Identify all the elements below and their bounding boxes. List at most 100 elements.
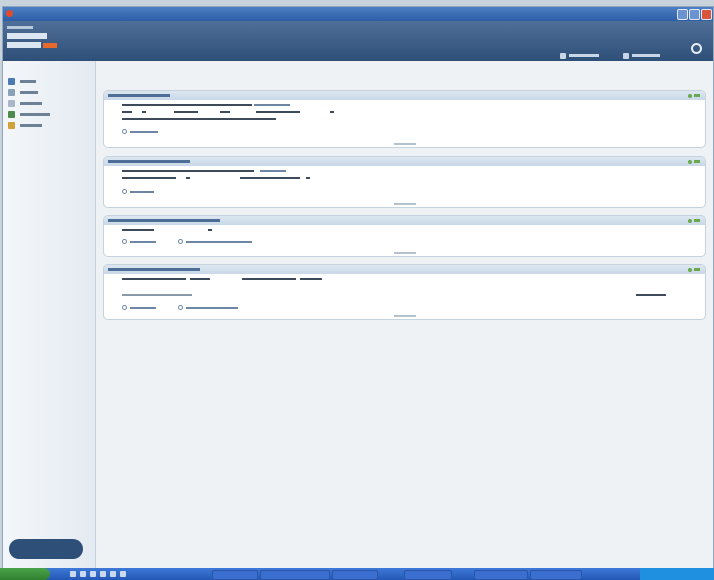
section-value — [186, 177, 190, 179]
taskbar-window-button[interactable] — [530, 570, 582, 580]
section-title — [108, 94, 170, 97]
sidebar-item-label — [20, 79, 36, 83]
settings-link[interactable] — [122, 129, 158, 134]
section-link[interactable] — [254, 104, 290, 106]
updates-subscription-section — [103, 264, 706, 320]
close-button[interactable] — [701, 9, 712, 20]
sidebar-item-label — [20, 123, 42, 127]
content-filter-section — [103, 156, 706, 208]
link-label — [130, 240, 156, 243]
taskbar-window-button[interactable] — [474, 570, 528, 580]
section-link[interactable] — [260, 170, 286, 172]
section-text-line — [122, 177, 176, 179]
help-icon[interactable] — [691, 43, 702, 54]
section-text-line — [122, 104, 252, 106]
minimize-button[interactable] — [677, 9, 688, 20]
section-value — [306, 177, 310, 179]
header-button-label — [569, 54, 599, 57]
section-value — [142, 111, 146, 113]
app-window — [2, 6, 714, 570]
section-text-line — [122, 229, 154, 231]
product-logo-line — [7, 26, 33, 29]
quick-launch-icon[interactable] — [70, 571, 76, 577]
collapse-handle[interactable] — [394, 315, 416, 317]
section-value — [300, 278, 322, 280]
security-guide-icon — [178, 239, 183, 244]
link-label — [130, 130, 158, 133]
status-label — [694, 160, 700, 163]
section-header — [104, 91, 705, 100]
link-label — [186, 240, 252, 243]
app-header — [3, 21, 713, 61]
quick-launch-icon[interactable] — [100, 571, 106, 577]
taskbar-window-button[interactable] — [332, 570, 378, 580]
status-label — [694, 219, 700, 222]
scan-icon — [8, 88, 15, 96]
status-icon — [8, 77, 15, 85]
settings-link[interactable] — [122, 305, 156, 310]
product-logo-line — [7, 33, 47, 39]
collapse-handle[interactable] — [394, 252, 416, 254]
section-status — [688, 267, 700, 272]
title-bar[interactable] — [3, 7, 713, 21]
security-protection-section — [103, 90, 706, 148]
status-ok-icon — [688, 93, 692, 98]
sidebar-item-reports[interactable] — [8, 99, 42, 107]
taskbar-window-button[interactable] — [260, 570, 330, 580]
sidebar-item-scan[interactable] — [8, 88, 38, 96]
taskbar-window-button[interactable] — [212, 570, 258, 580]
quick-launch-icon[interactable] — [110, 571, 116, 577]
header-preferences-button[interactable] — [560, 52, 599, 59]
quick-launch-icon[interactable] — [80, 571, 86, 577]
section-title — [108, 219, 220, 222]
page-title — [105, 65, 141, 75]
security-guide-link[interactable] — [178, 239, 252, 244]
settings-icon — [122, 305, 127, 310]
collapse-handle[interactable] — [394, 143, 416, 145]
sidebar-item-label — [20, 112, 50, 116]
section-status — [688, 218, 700, 223]
section-header — [104, 216, 705, 225]
maximize-button[interactable] — [689, 9, 700, 20]
update-now-link[interactable] — [178, 305, 238, 310]
settings-icon — [122, 129, 127, 134]
services-icon — [8, 121, 15, 129]
sidebar-item-label — [20, 101, 42, 105]
settings-icon — [122, 189, 127, 194]
status-ok-icon — [688, 159, 692, 164]
update-icon — [623, 52, 629, 59]
product-logo-badge — [43, 43, 57, 48]
section-text-line — [256, 111, 300, 113]
taskbar-window-button[interactable] — [404, 570, 452, 580]
system-tray[interactable] — [640, 568, 714, 580]
update-icon — [178, 305, 183, 310]
header-update-button[interactable] — [623, 52, 660, 59]
section-status — [688, 93, 700, 98]
app-icon — [6, 10, 13, 17]
section-value — [330, 111, 334, 113]
section-value — [220, 111, 230, 113]
reports-icon — [8, 99, 15, 107]
section-text-line — [174, 111, 198, 113]
header-button-label — [632, 54, 660, 57]
start-button[interactable] — [0, 568, 50, 580]
settings-icon — [122, 239, 127, 244]
quick-launch-icon[interactable] — [90, 571, 96, 577]
product-logo-line — [7, 42, 41, 48]
quarantine-icon — [8, 110, 15, 118]
status-label — [694, 94, 700, 97]
settings-link[interactable] — [122, 189, 154, 194]
section-title — [108, 160, 190, 163]
link-label — [186, 306, 238, 309]
sidebar-item-services[interactable] — [8, 121, 42, 129]
settings-link[interactable] — [122, 239, 156, 244]
status-label — [694, 268, 700, 271]
sidebar-item-status[interactable] — [8, 77, 36, 85]
section-text-line — [122, 170, 254, 172]
quick-launch-icon[interactable] — [120, 571, 126, 577]
collapse-handle[interactable] — [394, 203, 416, 205]
status-ok-icon — [688, 267, 692, 272]
section-value — [190, 278, 210, 280]
section-text-line — [122, 278, 186, 280]
sidebar-item-quarantine[interactable] — [8, 110, 50, 118]
